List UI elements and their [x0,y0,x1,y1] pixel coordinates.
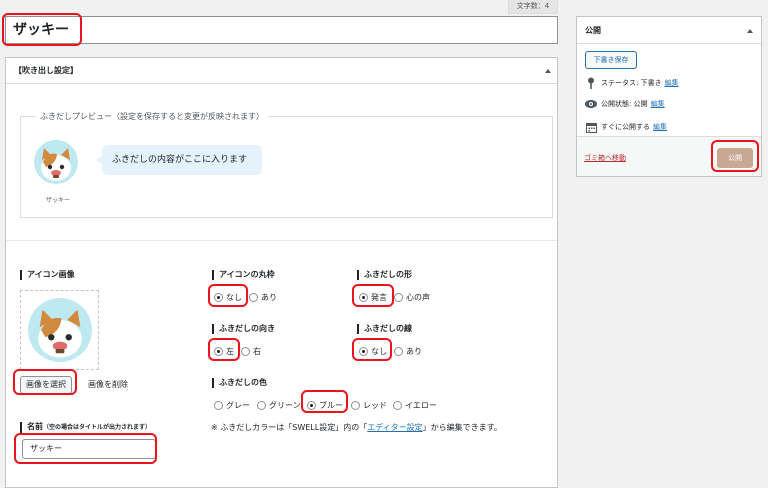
radio-checked-icon [307,401,316,410]
bubble-shape-speech-radio[interactable]: 発言 [359,292,387,303]
radio-checked-icon [359,347,368,356]
icon-image-preview [28,298,92,362]
publish-actions: ゴミ箱へ移動 公開 [577,136,761,176]
radio-label: 心の声 [406,293,430,302]
radio-label: なし [226,293,242,302]
balloon-preview-frame [20,116,553,218]
radio-label: 発言 [371,293,387,302]
preview-avatar-name: ザッキー [46,197,71,204]
preview-avatar [34,140,78,184]
radio-unchecked-icon [393,401,402,410]
collapse-arrow-icon[interactable] [747,29,753,33]
post-title-input[interactable]: ザッキー [5,16,558,44]
visibility-text: 公開状態: 公開 [601,100,648,108]
radio-checked-icon [214,293,223,302]
save-draft-button[interactable]: 下書き保存 [585,51,637,69]
name-label-text: 名前 [27,422,43,431]
radio-checked-icon [214,347,223,356]
radio-unchecked-icon [257,401,266,410]
visibility-edit-link[interactable]: 編集 [651,99,665,109]
radio-unchecked-icon [241,347,250,356]
bubble-shape-thought-radio[interactable]: 心の声 [394,292,430,303]
direction-right-radio[interactable]: 右 [241,346,261,357]
bubble-direction-label: ふきだしの向き [212,324,275,334]
radio-unchecked-icon [394,347,403,356]
bubble-shape-label: ふきだしの形 [357,270,412,280]
color-blue-radio[interactable]: ブルー [307,400,343,411]
status-edit-link[interactable]: 編集 [665,78,679,88]
section-divider [6,240,557,241]
status-row: ステータス: 下書き 編集 [585,77,679,89]
radio-label: グリーン [269,401,301,410]
cat-avatar-icon [38,309,82,358]
radio-label: なし [371,347,387,356]
radio-label: あり [406,347,422,356]
remove-image-button[interactable]: 画像を削除 [88,379,128,390]
icon-image-label: アイコン画像 [20,270,75,280]
radio-checked-icon [359,293,368,302]
balloon-settings-title: 【吹き出し設定】 [6,58,557,84]
color-note-before: ※ ふきだしカラーは「SWELL設定」内の「 [211,423,368,432]
cat-avatar-icon [41,148,71,181]
radio-unchecked-icon [394,293,403,302]
name-input[interactable]: ザッキー [22,439,156,459]
publish-button[interactable]: 公開 [717,148,753,168]
color-yellow-radio[interactable]: イエロー [393,400,437,411]
border-none-radio[interactable]: なし [359,346,387,357]
icon-round-label: アイコンの丸枠 [212,270,275,280]
color-red-radio[interactable]: レッド [351,400,387,411]
radio-label: 左 [226,347,234,356]
select-image-button[interactable]: 画像を選択 [20,376,72,394]
collapse-arrow-icon[interactable] [545,69,551,73]
radio-unchecked-icon [249,293,258,302]
editor-settings-link[interactable]: エディター設定 [367,423,422,432]
status-text: ステータス: 下書き [601,79,662,87]
direction-left-radio[interactable]: 左 [214,346,234,357]
preview-bubble: ふきだしの内容がここに入ります [102,145,262,175]
name-label: 名前（空の場合はタイトルが出力されます） [20,422,151,433]
schedule-row: すぐに公開する 編集 [585,121,667,133]
radio-label: グレー [226,401,250,410]
eye-icon [585,98,597,110]
move-to-trash-link[interactable]: ゴミ箱へ移動 [584,153,626,163]
schedule-edit-link[interactable]: 編集 [653,122,667,132]
radio-unchecked-icon [351,401,360,410]
publish-box-title: 公開 [577,17,761,44]
radio-label: 右 [253,347,261,356]
name-label-hint: （空の場合はタイトルが出力されます） [43,424,152,431]
bubble-border-label: ふきだしの線 [357,324,412,334]
balloon-preview-label: ふきだしプレビュー（設定を保存すると変更が反映されます） [36,111,268,122]
border-yes-radio[interactable]: あり [394,346,422,357]
radio-label: あり [261,293,277,302]
radio-label: イエロー [405,401,437,410]
color-gray-radio[interactable]: グレー [214,400,250,411]
calendar-icon [585,121,597,133]
bubble-color-label: ふきだしの色 [212,378,267,388]
icon-round-yes-radio[interactable]: あり [249,292,277,303]
visibility-row: 公開状態: 公開 編集 [585,98,665,110]
color-note: ※ ふきだしカラーは「SWELL設定」内の「エディター設定」から編集できます。 [211,422,502,433]
radio-unchecked-icon [214,401,223,410]
pin-icon [585,77,597,89]
icon-round-none-radio[interactable]: なし [214,292,242,303]
character-count: 文字数：4 [508,0,558,14]
schedule-text: すぐに公開する [601,123,650,131]
color-note-after: 」から編集できます。 [422,423,502,432]
publish-box: 公開 下書き保存 ステータス: 下書き 編集 公開状態: 公開 編集 すぐに公開… [576,16,762,177]
radio-label: ブルー [319,401,343,410]
color-green-radio[interactable]: グリーン [257,400,301,411]
radio-label: レッド [363,401,387,410]
